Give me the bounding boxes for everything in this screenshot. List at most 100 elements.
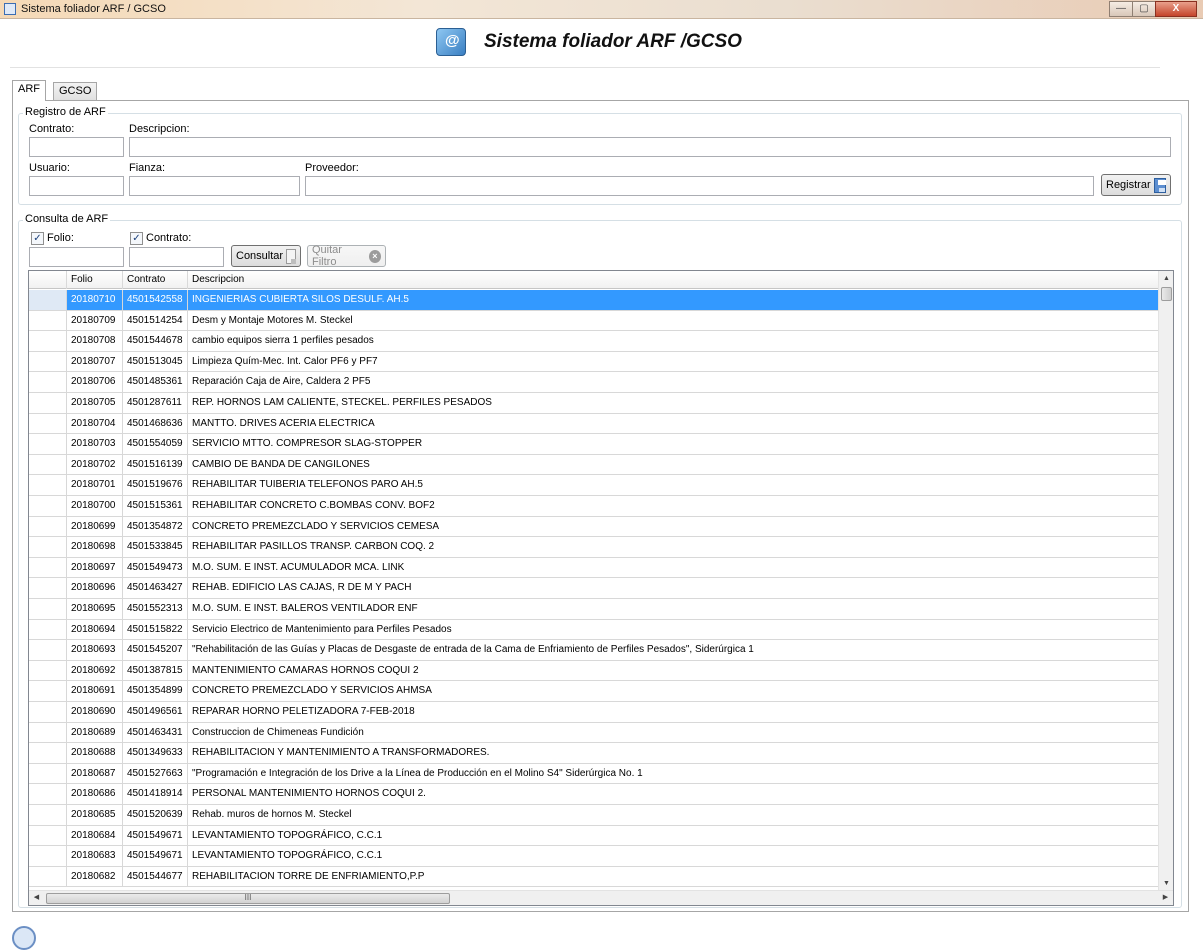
cell-descripcion[interactable]: CAMBIO DE BANDA DE CANGILONES [188, 454, 1159, 475]
cell-descripcion[interactable]: Reparación Caja de Aire, Caldera 2 PF5 [188, 372, 1159, 392]
column-header-descripcion[interactable]: Descripcion [188, 271, 1159, 289]
cell-descripcion[interactable]: REHABILITAR CONCRETO C.BOMBAS CONV. BOF2 [188, 496, 1159, 516]
cell-contrato[interactable]: 4501515822 [123, 619, 188, 640]
cell-folio[interactable]: 20180700 [67, 496, 123, 516]
table-row[interactable]: 20180684 4501549671 LEVANTAMIENTO TOPOGRÁF… [29, 825, 1159, 847]
row-header[interactable] [29, 743, 67, 763]
row-header[interactable] [29, 372, 67, 392]
table-row[interactable]: 20180706 4501485361 Reparación Caja de Air… [29, 372, 1159, 393]
cell-descripcion[interactable]: REP. HORNOS LAM CALIENTE, STECKEL. PERFI… [188, 393, 1159, 413]
column-header-contrato[interactable]: Contrato [123, 271, 188, 289]
cell-folio[interactable]: 20180696 [67, 578, 123, 598]
cell-descripcion[interactable]: CONCRETO PREMEZCLADO Y SERVICIOS CEMESA [188, 516, 1159, 537]
folio-filter-input[interactable] [29, 247, 124, 267]
cell-folio[interactable]: 20180710 [67, 290, 123, 310]
cell-folio[interactable]: 20180684 [67, 825, 123, 846]
cell-descripcion[interactable]: "Programación e Integración de los Drive… [188, 763, 1159, 784]
cell-folio[interactable]: 20180683 [67, 846, 123, 866]
cell-folio[interactable]: 20180691 [67, 681, 123, 701]
cell-descripcion[interactable]: REPARAR HORNO PELETIZADORA 7-FEB-2018 [188, 702, 1159, 722]
row-header[interactable] [29, 846, 67, 866]
row-header[interactable] [29, 784, 67, 804]
row-header[interactable] [29, 475, 67, 495]
maximize-button[interactable]: ▢ [1132, 1, 1156, 17]
cell-folio[interactable]: 20180686 [67, 784, 123, 804]
table-row[interactable]: 20180710 4501542558 INGENIERIAS CUBIERTA S… [29, 290, 1159, 311]
contrato-checkbox[interactable]: ✓ [130, 232, 143, 245]
scroll-right-icon[interactable]: ▶ [1158, 891, 1173, 905]
column-header-folio[interactable]: Folio [67, 271, 123, 289]
row-header[interactable] [29, 310, 67, 331]
row-header[interactable] [29, 537, 67, 557]
cell-contrato[interactable]: 4501554059 [123, 434, 188, 454]
row-header[interactable] [29, 578, 67, 598]
cell-descripcion[interactable]: Construccion de Chimeneas Fundición [188, 722, 1159, 743]
cell-folio[interactable]: 20180709 [67, 310, 123, 331]
cell-contrato[interactable]: 4501463431 [123, 722, 188, 743]
table-row[interactable]: 20180692 4501387815 MANTENIMIENTO CAMARAS … [29, 660, 1159, 682]
folio-checkbox[interactable]: ✓ [31, 232, 44, 245]
cell-folio[interactable]: 20180694 [67, 619, 123, 640]
cell-descripcion[interactable]: INGENIERIAS CUBIERTA SILOS DESULF. AH.5 [188, 290, 1159, 310]
tab-arf[interactable]: ARF [12, 80, 46, 101]
tab-gcso[interactable]: GCSO [53, 82, 98, 100]
row-header[interactable] [29, 434, 67, 454]
cell-contrato[interactable]: 4501519676 [123, 475, 188, 495]
cell-folio[interactable]: 20180695 [67, 599, 123, 619]
cell-contrato[interactable]: 4501533845 [123, 537, 188, 557]
cell-contrato[interactable]: 4501354872 [123, 516, 188, 537]
cell-folio[interactable]: 20180690 [67, 702, 123, 722]
vertical-scrollbar[interactable]: ▲ ▼ [1158, 271, 1173, 891]
cell-contrato[interactable]: 4501468636 [123, 413, 188, 434]
row-header[interactable] [29, 413, 67, 434]
row-header[interactable] [29, 619, 67, 640]
minimize-button[interactable]: — [1109, 1, 1133, 17]
cell-descripcion[interactable]: Rehab. muros de hornos M. Steckel [188, 805, 1159, 825]
table-row[interactable]: 20180685 4501520639 Rehab. muros de hornos… [29, 805, 1159, 826]
cell-descripcion[interactable]: M.O. SUM. E INST. BALEROS VENTILADOR ENF [188, 599, 1159, 619]
cell-descripcion[interactable]: LEVANTAMIENTO TOPOGRÁFICO, C.C.1 [188, 846, 1159, 866]
cell-contrato[interactable]: 4501549671 [123, 825, 188, 846]
cell-descripcion[interactable]: LEVANTAMIENTO TOPOGRÁFICO, C.C.1 [188, 825, 1159, 846]
cell-descripcion[interactable]: REHABILITACION TORRE DE ENFRIAMIENTO,P.P [188, 866, 1159, 887]
cell-descripcion[interactable]: PERSONAL MANTENIMIENTO HORNOS COQUI 2. [188, 784, 1159, 804]
row-header[interactable] [29, 640, 67, 660]
table-row[interactable]: 20180689 4501463431 Construccion de Chimen… [29, 722, 1159, 744]
cell-contrato[interactable]: 4501549671 [123, 846, 188, 866]
table-row[interactable]: 20180688 4501349633 REHABILITACION Y MANTE… [29, 743, 1159, 764]
registrar-button[interactable]: Registrar [1101, 174, 1171, 196]
cell-folio[interactable]: 20180682 [67, 866, 123, 887]
table-row[interactable]: 20180709 4501514254 Desm y Montaje Motores… [29, 310, 1159, 332]
table-row[interactable]: 20180694 4501515822 Servicio Electrico de … [29, 619, 1159, 641]
scroll-down-icon[interactable]: ▼ [1159, 876, 1173, 891]
table-row[interactable]: 20180699 4501354872 CONCRETO PREMEZCLADO Y… [29, 516, 1159, 538]
row-header[interactable] [29, 825, 67, 846]
cell-folio[interactable]: 20180708 [67, 331, 123, 351]
cell-contrato[interactable]: 4501516139 [123, 454, 188, 475]
usuario-input[interactable] [29, 176, 124, 196]
cell-folio[interactable]: 20180692 [67, 660, 123, 681]
cell-descripcion[interactable]: MANTENIMIENTO CAMARAS HORNOS COQUI 2 [188, 660, 1159, 681]
horizontal-scrollbar[interactable]: ◀ III ▶ [29, 890, 1173, 905]
table-row[interactable]: 20180700 4501515361 REHABILITAR CONCRETO C… [29, 496, 1159, 517]
cell-descripcion[interactable]: M.O. SUM. E INST. ACUMULADOR MCA. LINK [188, 557, 1159, 578]
horizontal-scroll-thumb[interactable]: III [46, 893, 450, 904]
cell-descripcion[interactable]: REHABILITAR TUIBERIA TELEFONOS PARO AH.5 [188, 475, 1159, 495]
table-row[interactable]: 20180693 4501545207 "Rehabilitación de las… [29, 640, 1159, 661]
cell-folio[interactable]: 20180685 [67, 805, 123, 825]
cell-folio[interactable]: 20180706 [67, 372, 123, 392]
table-row[interactable]: 20180687 4501527663 "Programación e Integr… [29, 763, 1159, 785]
table-row[interactable]: 20180704 4501468636 MANTTO. DRIVES ACERIA … [29, 413, 1159, 435]
cell-contrato[interactable]: 4501485361 [123, 372, 188, 392]
cell-folio[interactable]: 20180703 [67, 434, 123, 454]
table-row[interactable]: 20180701 4501519676 REHABILITAR TUIBERIA T… [29, 475, 1159, 496]
cell-descripcion[interactable]: Desm y Montaje Motores M. Steckel [188, 310, 1159, 331]
cell-folio[interactable]: 20180701 [67, 475, 123, 495]
cell-contrato[interactable]: 4501513045 [123, 351, 188, 372]
descripcion-input[interactable] [129, 137, 1171, 157]
quitar-filtro-button[interactable]: Quitar Filtro × [307, 244, 386, 268]
row-header[interactable] [29, 393, 67, 413]
cell-folio[interactable]: 20180697 [67, 557, 123, 578]
row-header[interactable] [29, 805, 67, 825]
row-header[interactable] [29, 681, 67, 701]
